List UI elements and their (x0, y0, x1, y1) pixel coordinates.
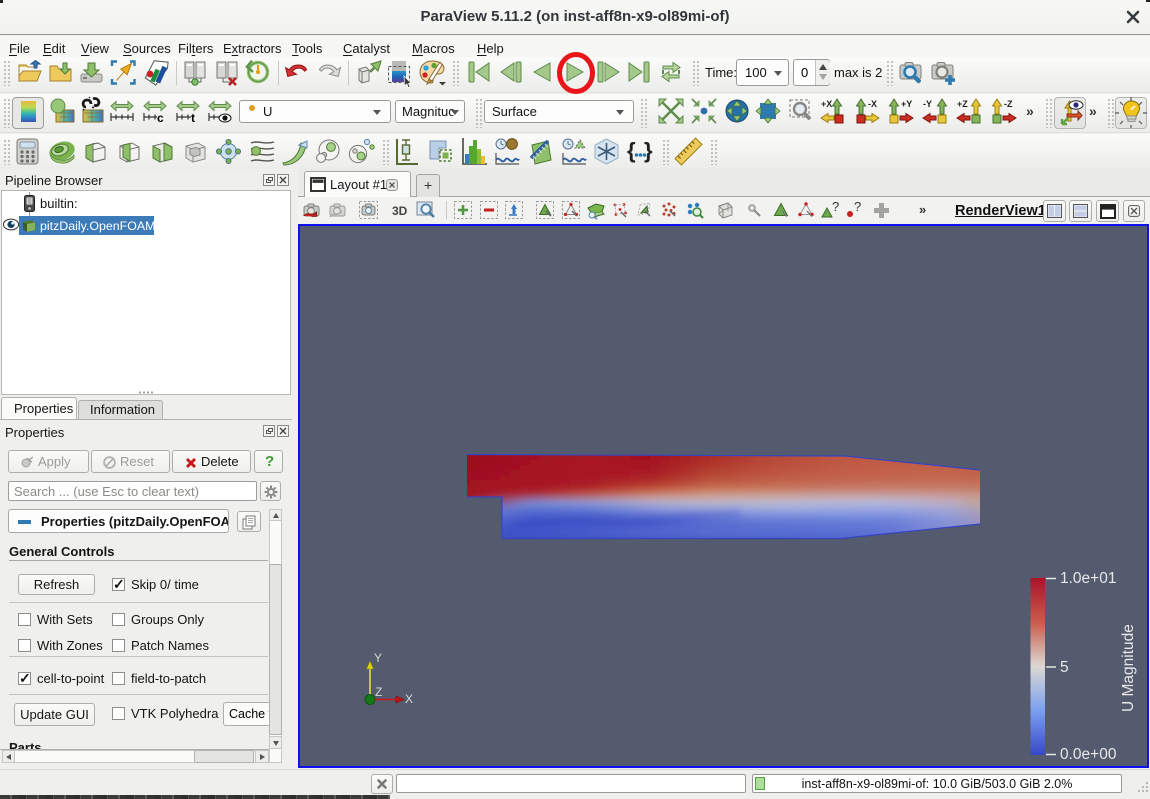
svg-text:U Magnitude: U Magnitude (1120, 624, 1137, 712)
svg-text:{: { (627, 138, 636, 163)
svg-text:+X: +X (821, 99, 832, 109)
svg-text:-X: -X (868, 99, 877, 109)
svg-text:X: X (405, 692, 413, 706)
svg-text:-Z: -Z (1004, 99, 1013, 109)
svg-text:Y: Y (374, 651, 382, 665)
svg-text:+Y: +Y (901, 99, 912, 109)
svg-text:0.0e+00: 0.0e+00 (1060, 746, 1117, 763)
svg-text:1.0e+01: 1.0e+01 (1060, 570, 1116, 587)
svg-text:c: c (157, 111, 164, 125)
svg-text:}: } (644, 138, 653, 163)
svg-text:Z: Z (375, 685, 382, 699)
svg-text:5: 5 (1060, 659, 1069, 676)
svg-text:t: t (191, 111, 195, 125)
svg-text:?: ? (854, 199, 861, 214)
svg-text:-Y: -Y (923, 99, 932, 109)
svg-text:?: ? (832, 199, 839, 214)
svg-text:+Z: +Z (957, 99, 968, 109)
